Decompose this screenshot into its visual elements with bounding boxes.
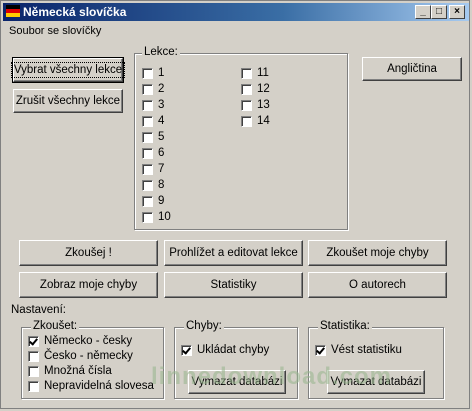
lesson-10-checkbox-box[interactable] [142,211,153,223]
test-option-2-checkbox-box[interactable] [28,350,39,362]
test-direction-group-label: Zkoušet: [31,320,80,332]
lesson-11-checkbox[interactable]: 11 [241,67,269,79]
test-option-2-checkbox-label: Česko - německy [44,350,133,362]
window-title: Německá slovíčka [23,5,127,19]
lesson-10-checkbox-label: 10 [158,211,171,223]
maximize-button[interactable]: □ [431,5,447,19]
test-option-1-checkbox-label: Německo - česky [44,335,133,347]
lesson-2-checkbox[interactable]: 2 [142,83,164,95]
statistics-label: Statistiky [210,279,257,291]
lesson-1-checkbox-label: 1 [158,67,165,79]
lesson-2-checkbox-label: 2 [158,83,165,95]
lesson-6-checkbox[interactable]: 6 [142,147,164,159]
keep-statistics-label: Vést statistiku [331,344,402,356]
show-my-mistakes-label: Zobraz moje chyby [39,279,138,291]
main-window: Německá slovíčka _ □ × Soubor se slovíčk… [0,0,470,409]
show-my-mistakes-button[interactable]: Zobraz moje chyby [19,272,158,298]
keep-statistics-checkbox[interactable]: Vést statistiku [315,344,402,356]
lesson-6-checkbox-box[interactable] [142,147,153,159]
statistics-button[interactable]: Statistiky [164,272,303,298]
lesson-11-checkbox-label: 11 [257,67,269,79]
lesson-12-checkbox-box[interactable] [241,83,252,95]
select-all-lessons-button[interactable]: Vybrat všechny lekce [10,57,126,83]
test-button[interactable]: Zkoušej ! [19,240,158,266]
lesson-14-checkbox[interactable]: 14 [241,115,270,127]
lesson-14-checkbox-box[interactable] [241,115,252,127]
cancel-all-lessons-button[interactable]: Zrušit všechny lekce [13,89,123,113]
title-bar[interactable]: Německá slovíčka _ □ × [3,3,469,21]
lesson-12-checkbox-label: 12 [257,83,270,95]
lesson-8-checkbox[interactable]: 8 [142,179,164,191]
minimize-button[interactable]: _ [415,5,431,19]
statistics-group-label: Statistika: [318,320,372,332]
lesson-4-checkbox[interactable]: 4 [142,115,164,127]
cancel-all-lessons-label: Zrušit všechny lekce [15,95,121,107]
about-authors-button[interactable]: O autorech [308,272,447,298]
settings-label: Nastavení: [11,304,66,316]
test-option-3-checkbox-label: Množná čísla [44,365,112,377]
lesson-11-checkbox-box[interactable] [241,67,252,79]
lesson-3-checkbox-box[interactable] [142,99,153,111]
german-flag-icon [6,5,20,17]
lessons-group-label: Lekce: [142,46,180,58]
english-button-label: Angličtina [387,63,437,75]
save-errors-checkbox[interactable]: Ukládat chyby [181,344,269,356]
lesson-3-checkbox[interactable]: 3 [142,99,164,111]
test-option-4-checkbox[interactable]: Nepravidelná slovesa [28,380,154,392]
select-all-lessons-label: Vybrat všechny lekce [10,62,126,78]
lesson-9-checkbox-box[interactable] [142,195,153,207]
lesson-1-checkbox[interactable]: 1 [142,67,164,79]
lesson-12-checkbox[interactable]: 12 [241,83,270,95]
lesson-13-checkbox-label: 13 [257,99,270,111]
lesson-10-checkbox[interactable]: 10 [142,211,171,223]
test-option-1-checkbox-box[interactable] [28,335,39,347]
lesson-14-checkbox-label: 14 [257,115,270,127]
about-authors-label: O autorech [349,279,406,291]
lesson-13-checkbox-box[interactable] [241,99,252,111]
lesson-9-checkbox[interactable]: 9 [142,195,164,207]
test-my-mistakes-label: Zkoušet moje chyby [326,247,429,259]
close-button[interactable]: × [449,5,465,19]
save-errors-box[interactable] [181,344,192,356]
save-errors-label: Ukládat chyby [197,344,270,356]
lesson-7-checkbox-box[interactable] [142,163,153,175]
lesson-4-checkbox-box[interactable] [142,115,153,127]
lesson-4-checkbox-label: 4 [158,115,165,127]
test-my-mistakes-button[interactable]: Zkoušet moje chyby [308,240,447,266]
test-option-1-checkbox[interactable]: Německo - česky [28,335,132,347]
lesson-5-checkbox-box[interactable] [142,131,153,143]
lesson-6-checkbox-label: 6 [158,147,165,159]
lesson-9-checkbox-label: 9 [158,195,165,207]
lesson-7-checkbox-label: 7 [158,163,165,175]
test-option-2-checkbox[interactable]: Česko - německy [28,350,133,362]
lesson-8-checkbox-label: 8 [158,179,165,191]
lesson-3-checkbox-label: 3 [158,99,165,111]
browse-edit-lessons-label: Prohlížet a editovat lekce [169,247,298,259]
lessons-group [134,53,348,230]
menu-file[interactable]: Soubor se slovíčky [9,25,101,37]
test-option-3-checkbox-box[interactable] [28,365,39,377]
errors-group-label: Chyby: [184,320,224,332]
menu-bar: Soubor se slovíčky [9,25,101,37]
lesson-7-checkbox[interactable]: 7 [142,163,164,175]
english-button[interactable]: Angličtina [362,57,462,81]
watermark: linnedownload.com [151,363,393,390]
lesson-5-checkbox[interactable]: 5 [142,131,164,143]
test-option-4-checkbox-label: Nepravidelná slovesa [44,380,154,392]
lesson-5-checkbox-label: 5 [158,131,165,143]
lesson-2-checkbox-box[interactable] [142,83,153,95]
keep-statistics-box[interactable] [315,344,326,356]
test-option-3-checkbox[interactable]: Množná čísla [28,365,112,377]
test-option-4-checkbox-box[interactable] [28,380,39,392]
lesson-13-checkbox[interactable]: 13 [241,99,270,111]
lesson-1-checkbox-box[interactable] [142,67,153,79]
lesson-8-checkbox-box[interactable] [142,179,153,191]
browse-edit-lessons-button[interactable]: Prohlížet a editovat lekce [164,240,303,266]
test-button-label: Zkoušej ! [65,247,112,259]
